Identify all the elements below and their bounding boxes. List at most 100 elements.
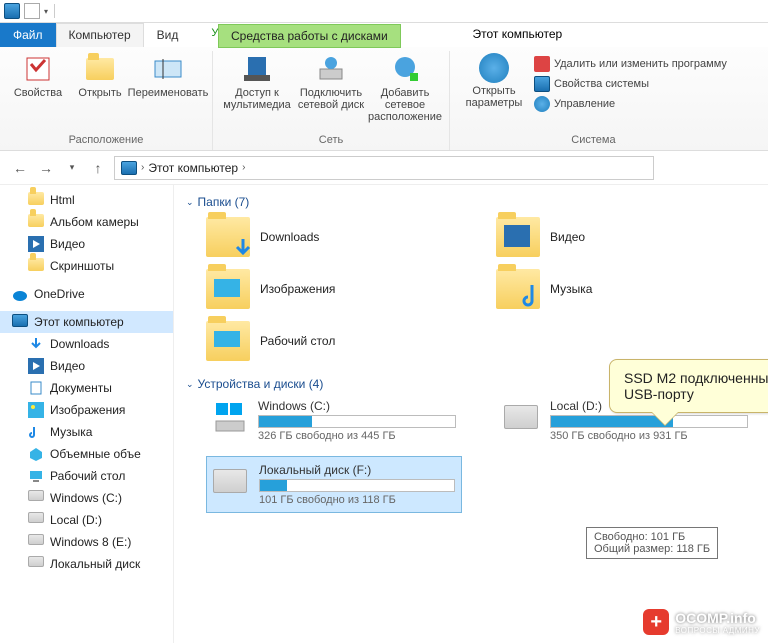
tab-view[interactable]: Вид [144,23,192,47]
folder-icon [28,258,44,274]
ribbon-group-network: Доступ к мультимедиа Подключить сетевой … [213,51,450,150]
tree-item[interactable]: Этот компьютер [0,311,173,333]
tree-item[interactable]: Downloads [0,333,173,355]
download-icon [28,336,44,352]
music-icon [28,424,44,440]
drive-label: Windows (C:) [258,399,456,413]
drive-label: Локальный диск (F:) [259,463,455,477]
tree-item[interactable]: Видео [0,233,173,255]
qat-icon[interactable] [24,3,40,19]
folder-icon [206,269,250,309]
tree-item[interactable]: Объемные объе [0,443,173,465]
tree-item[interactable]: Рабочий стол [0,465,173,487]
nav-up-button[interactable]: ↑ [88,158,108,178]
tree-item-label: Windows (C:) [50,491,122,505]
folder-item[interactable]: Downloads [206,211,436,263]
section-folders-header[interactable]: ⌄ Папки (7) [186,193,756,211]
tree-item-label: Видео [50,359,85,373]
tree-item-label: OneDrive [34,287,85,301]
tree-item[interactable]: Windows (C:) [0,487,173,509]
collapse-chevron-icon[interactable]: ⌄ [186,379,194,390]
drive-tooltip: Свободно: 101 ГБ Общий размер: 118 ГБ [586,527,718,559]
drive-item[interactable]: Windows (C:)326 ГБ свободно из 445 ГБ [206,393,462,448]
drive-icon [28,512,44,528]
tree-item-label: Изображения [50,403,125,417]
drive-icon [28,556,44,572]
nav-tree[interactable]: HtmlАльбом камерыВидеоСкриншотыOneDriveЭ… [0,185,174,643]
folder-label: Видео [550,230,585,244]
nav-forward-button[interactable]: → [36,158,56,178]
open-button[interactable]: Открыть [70,51,130,101]
drive-icon [213,463,249,499]
nav-back-button[interactable]: ← [10,158,30,178]
nav-history-chevron-icon[interactable]: ▾ [62,158,82,178]
collapse-chevron-icon[interactable]: ⌄ [186,197,194,208]
ribbon-group-location: Свойства Открыть Переименовать Расположе… [0,51,213,150]
system-properties-button[interactable]: Свойства системы [532,75,729,93]
3d-icon [28,446,44,462]
uninstall-program-button[interactable]: Удалить или изменить программу [532,55,729,73]
image-icon [28,402,44,418]
tree-item-label: Этот компьютер [34,315,124,329]
drive-icon [504,399,540,435]
tree-item-label: Скриншоты [50,259,114,273]
folder-icon [496,217,540,257]
tree-item[interactable]: Альбом камеры [0,211,173,233]
folder-item[interactable]: Музыка [496,263,726,315]
folder-icon [206,321,250,361]
drive-item[interactable]: Локальный диск (F:)101 ГБ свободно из 11… [206,456,462,513]
map-drive-button[interactable]: Подключить сетевой диск [295,51,367,113]
watermark: + OCOMP.info ВОПРОСЫ АДМИНУ [643,609,760,635]
ribbon: Свойства Открыть Переименовать Расположе… [0,47,768,151]
drive-free-text: 350 ГБ свободно из 931 ГБ [550,430,748,442]
breadcrumb-this-pc[interactable]: Этот компьютер [148,161,238,175]
chevron-right-icon[interactable]: › [141,162,144,173]
tree-item[interactable]: Музыка [0,421,173,443]
tree-item-label: Объемные объе [50,447,141,461]
media-access-button[interactable]: Доступ к мультимедиа [221,51,293,113]
capacity-bar [258,415,456,428]
content-pane[interactable]: ⌄ Папки (7) Downloads Видео Изображения Муз… [174,185,768,643]
open-settings-button[interactable]: Открыть параметры [458,51,530,111]
tab-file[interactable]: Файл [0,23,56,47]
tree-item-label: Музыка [50,425,92,439]
capacity-bar [550,415,748,428]
qat-chevron-icon[interactable]: ▾ [44,7,48,16]
tree-item-label: Downloads [50,337,109,351]
rename-button[interactable]: Переименовать [132,51,204,101]
tree-item[interactable]: Windows 8 (E:) [0,531,173,553]
video-icon [28,236,44,252]
tree-item[interactable]: Изображения [0,399,173,421]
navbar: ← → ▾ ↑ › Этот компьютер › [0,151,768,185]
folder-item[interactable]: Видео [496,211,726,263]
app-icon [4,3,20,19]
tree-item[interactable]: OneDrive [0,283,173,305]
folder-label: Рабочий стол [260,334,335,348]
folder-label: Музыка [550,282,592,296]
tree-item[interactable]: Видео [0,355,173,377]
manage-button[interactable]: Управление [532,95,729,113]
chevron-right-icon[interactable]: › [242,162,245,173]
annotation-callout: SSD M2 подключенный к USB-порту [609,359,768,413]
tree-item-label: Html [50,193,75,207]
ribbon-tabs: Файл Компьютер Вид Управление Средства р… [0,23,768,47]
address-bar[interactable]: › Этот компьютер › [114,156,654,180]
tree-item[interactable]: Локальный диск [0,553,173,575]
tree-item[interactable]: Скриншоты [0,255,173,277]
properties-button[interactable]: Свойства [8,51,68,101]
drive-icon [212,399,248,435]
folder-item[interactable]: Изображения [206,263,436,315]
tree-item[interactable]: Документы [0,377,173,399]
tree-item[interactable]: Local (D:) [0,509,173,531]
tab-drive-tools[interactable]: Средства работы с дисками [218,24,401,48]
tab-computer[interactable]: Компьютер [56,23,144,47]
window-title: Этот компьютер [461,23,575,47]
tree-item[interactable]: Html [0,189,173,211]
capacity-bar [259,479,455,492]
folder-icon [496,269,540,309]
folder-icon [206,217,250,257]
tree-item-label: Документы [50,381,112,395]
pc-icon [121,161,137,175]
add-network-location-button[interactable]: Добавить сетевое расположение [369,51,441,125]
folder-item[interactable]: Рабочий стол [206,315,436,367]
